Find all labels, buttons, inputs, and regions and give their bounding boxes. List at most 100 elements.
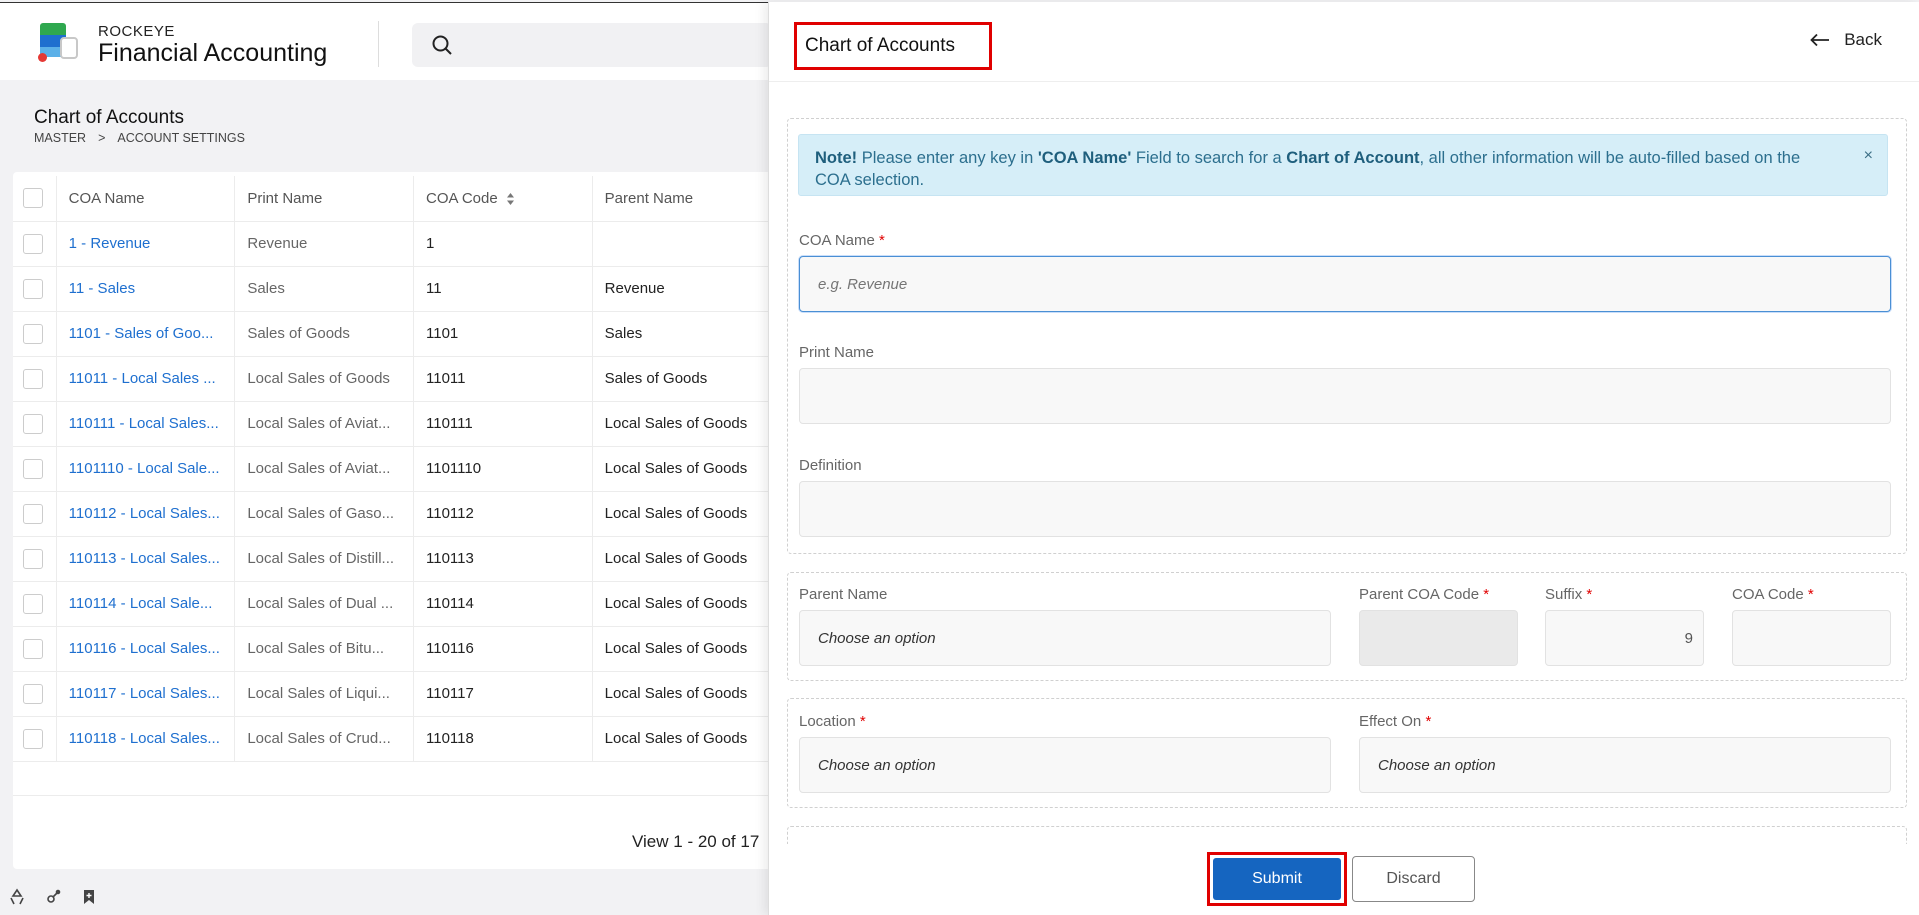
rockeye-logo-icon[interactable] [38,23,78,63]
coa-name-link[interactable]: 11 - Sales [69,280,135,297]
bottom-toolbar [8,888,98,906]
table-row[interactable]: 110117 - Local Sales... Local Sales of Li… [13,671,773,717]
row-select-cell [13,671,57,717]
parent-coa-code-label: Parent COA Code * [1359,586,1489,603]
row-checkbox[interactable] [23,233,43,254]
col-coa-name[interactable]: COA Name [56,176,236,222]
table-row[interactable]: 110113 - Local Sales... Local Sales of Di… [13,536,773,582]
coa-name-field[interactable] [799,256,1891,312]
parent-name-cell: Local Sales of Goods [592,626,773,672]
table-header-row: COA Name Print Name COA Code Parent Name [13,176,773,222]
back-button[interactable]: Back [1810,30,1882,50]
parent-name-cell: Local Sales of Goods [592,671,773,717]
row-select-cell [13,266,57,312]
breadcrumb-master[interactable]: MASTER [34,131,86,145]
header-divider [378,21,379,67]
suffix-label-text: Suffix [1545,586,1583,603]
required-mark: * [1586,586,1593,603]
table-row[interactable]: 110116 - Local Sales... Local Sales of Bi… [13,626,773,672]
parent-name-cell: Local Sales of Goods [592,401,773,447]
row-select-cell [13,311,57,357]
table-row[interactable]: 1101110 - Local Sale... Local Sales of Av… [13,446,773,492]
coa-name-input[interactable] [818,275,1890,293]
row-checkbox[interactable] [23,278,43,299]
coa-name-cell: 110116 - Local Sales... [56,626,236,672]
coa-table-card: COA Name Print Name COA Code Parent Name… [13,172,773,869]
table-row[interactable]: 110118 - Local Sales... Local Sales of Cr… [13,716,773,762]
form-scroll-area[interactable]: Note! Please enter any key in 'COA Name'… [769,84,1919,844]
table-row[interactable]: 110114 - Local Sale... Local Sales of Dua… [13,581,773,627]
recycle-icon[interactable] [8,888,26,906]
search-input[interactable] [464,23,764,67]
breadcrumb-account-settings[interactable]: ACCOUNT SETTINGS [117,131,245,145]
col-print-name[interactable]: Print Name [234,176,414,222]
print-name-cell: Sales [234,266,414,312]
suffix-input[interactable]: 9 [1545,610,1704,666]
submit-button[interactable]: Submit [1213,858,1341,900]
table-body: 1 - Revenue Revenue 1 11 - Sales Sales 11 Reve… [13,221,773,762]
parent-name-select[interactable]: Choose an option [799,610,1331,666]
row-checkbox[interactable] [23,458,43,479]
coa-code-cell: 110116 [413,626,593,672]
required-mark: * [1425,713,1432,730]
table-row[interactable]: 11 - Sales Sales 11 Revenue [13,266,773,312]
col-parent-name[interactable]: Parent Name [592,176,773,222]
table-row[interactable]: 11011 - Local Sales ... Local Sales of Go… [13,356,773,402]
table-row[interactable]: 1101 - Sales of Goo... Sales of Goods 1101… [13,311,773,357]
print-name-cell: Local Sales of Dual ... [234,581,414,627]
bookmark-add-icon[interactable] [80,888,98,906]
row-checkbox[interactable] [23,593,43,614]
coa-name-cell: 110114 - Local Sale... [56,581,236,627]
row-checkbox[interactable] [23,728,43,749]
coa-name-cell: 11 - Sales [56,266,236,312]
row-select-cell [13,536,57,582]
select-all-checkbox[interactable] [23,188,43,209]
coa-name-link[interactable]: 110116 - Local Sales... [69,640,220,657]
definition-input[interactable] [799,481,1891,537]
parent-name-cell [592,221,773,267]
table-row[interactable]: 110111 - Local Sales... Local Sales of Av… [13,401,773,447]
coa-code-input[interactable] [1732,610,1891,666]
parent-name-cell: Sales of Goods [592,356,773,402]
coa-name-link[interactable]: 110117 - Local Sales... [69,685,220,702]
coa-name-link[interactable]: 110112 - Local Sales... [69,505,220,522]
print-name-input[interactable] [799,368,1891,424]
close-icon[interactable]: × [1864,145,1873,167]
global-search[interactable] [412,23,772,67]
coa-name-link[interactable]: 110118 - Local Sales... [69,730,220,747]
coa-name-link[interactable]: 1101 - Sales of Goo... [69,325,214,342]
coa-code-cell: 110111 [413,401,593,447]
parent-name-cell: Sales [592,311,773,357]
coa-name-link[interactable]: 110114 - Local Sale... [69,595,213,612]
table-row[interactable]: 1 - Revenue Revenue 1 [13,221,773,267]
location-select[interactable]: Choose an option [799,737,1331,793]
col-coa-code[interactable]: COA Code [413,176,593,222]
print-name-cell: Local Sales of Goods [234,356,414,402]
coa-name-cell: 110112 - Local Sales... [56,491,236,537]
coa-name-link[interactable]: 11011 - Local Sales ... [69,370,216,387]
row-checkbox[interactable] [23,323,43,344]
effect-on-select[interactable]: Choose an option [1359,737,1891,793]
parent-name-cell: Local Sales of Goods [592,491,773,537]
coa-name-link[interactable]: 110111 - Local Sales... [69,415,219,432]
coa-name-link[interactable]: 110113 - Local Sales... [69,550,220,567]
sort-icon[interactable] [506,192,515,206]
row-checkbox[interactable] [23,548,43,569]
coa-code-cell: 110114 [413,581,593,627]
row-checkbox[interactable] [23,683,43,704]
coa-code-cell: 110117 [413,671,593,717]
coa-name-link[interactable]: 1101110 - Local Sale... [69,460,220,477]
settings-tool-icon[interactable] [44,888,62,906]
row-checkbox[interactable] [23,413,43,434]
discard-button[interactable]: Discard [1352,856,1475,902]
coa-name-link[interactable]: 1 - Revenue [69,235,151,252]
effect-on-label: Effect On * [1359,713,1431,730]
row-checkbox[interactable] [23,503,43,524]
parent-name-cell: Local Sales of Goods [592,581,773,627]
coa-code-cell: 1101 [413,311,593,357]
row-checkbox[interactable] [23,638,43,659]
coa-form-panel: Chart of Accounts Back Note! Please ente… [768,2,1919,915]
coa-name-cell: 110117 - Local Sales... [56,671,236,717]
row-checkbox[interactable] [23,368,43,389]
table-row[interactable]: 110112 - Local Sales... Local Sales of Ga… [13,491,773,537]
